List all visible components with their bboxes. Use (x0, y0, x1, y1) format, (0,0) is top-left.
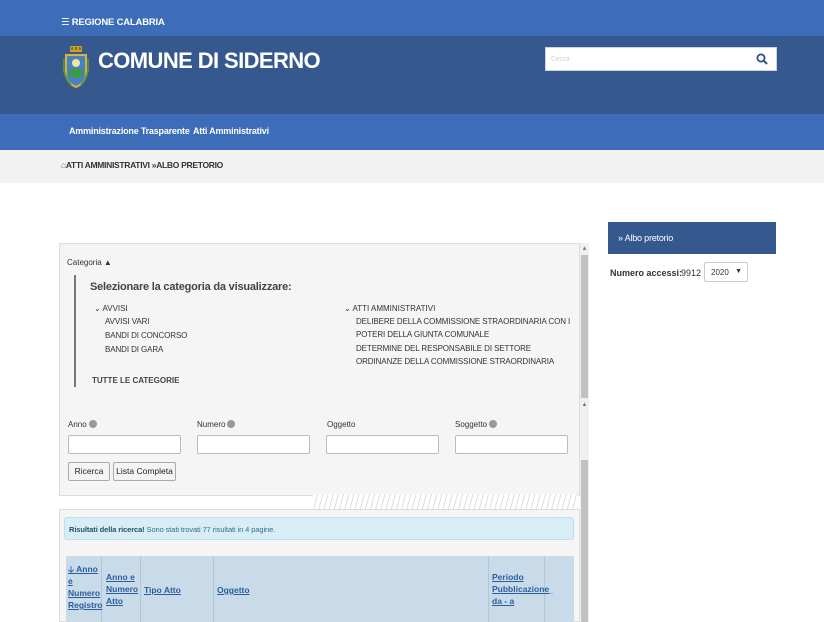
category-item[interactable]: AVVISI VARI (105, 317, 150, 326)
column-separator (488, 556, 489, 622)
access-count-label: Numero accessi: (610, 268, 683, 278)
category-item[interactable]: DETERMINE DEL RESPONSABILE DI SETTORE (356, 344, 531, 353)
category-toggle[interactable]: Categoria ▲ (67, 258, 112, 267)
column-header-tipo-atto[interactable]: Tipo Atto (144, 584, 181, 596)
column-header-periodo-pubblicazione[interactable]: Periodo Pubblicazione da - a (492, 571, 549, 607)
year-select[interactable]: 2020 ▼ (704, 262, 748, 282)
anno-label: Anno (68, 420, 97, 429)
nav-atti-amministrativi[interactable]: Atti Amministrativi (193, 126, 269, 136)
help-icon[interactable] (227, 420, 236, 428)
category-group-label: AVVISI (102, 304, 128, 313)
soggetto-input[interactable] (455, 435, 568, 454)
soggetto-label: Soggetto (455, 420, 498, 429)
scroll-up-icon[interactable]: ▲ (581, 245, 588, 253)
oggetto-input[interactable] (326, 435, 439, 454)
category-box-border (74, 275, 76, 387)
site-title[interactable]: COMUNE DI SIDERNO (98, 48, 321, 74)
caret-down-icon: ▼ (735, 268, 742, 275)
column-header-anno-numero-atto[interactable]: Anno e Numero Atto (106, 571, 138, 607)
column-header-extra: _ (548, 585, 553, 595)
search-button[interactable]: Ricerca (68, 462, 110, 481)
breadcrumb: ⌂ATTI AMMINISTRATIVI »ALBO PRETORIO (61, 160, 223, 170)
decorative-pattern (312, 494, 578, 509)
access-count-value: 9912 (681, 268, 702, 278)
category-item[interactable]: BANDI DI CONCORSO (105, 331, 187, 340)
chevron-down-icon: ⌄ (344, 304, 351, 313)
numero-input[interactable] (197, 435, 310, 454)
results-message: Risultati della ricerca! Sono stati trov… (69, 525, 276, 534)
category-item[interactable]: DELIBERE DELLA COMMISSIONE STRAORDINARIA… (356, 317, 570, 326)
search-box (545, 47, 777, 71)
column-header-oggetto[interactable]: Oggetto (217, 584, 250, 596)
chevron-up-icon: ▲ (103, 258, 112, 267)
help-icon[interactable] (88, 420, 97, 428)
search-input[interactable] (546, 48, 746, 70)
category-toggle-label: Categoria (67, 258, 102, 267)
category-item[interactable]: ORDINANZE DELLA COMMISSIONE STRAORDINARI… (356, 357, 554, 366)
breadcrumb-atti-amministrativi[interactable]: ATTI AMMINISTRATIVI (66, 160, 150, 170)
coat-of-arms-icon[interactable] (63, 45, 89, 89)
category-heading: Selezionare la categoria da visualizzare… (90, 281, 292, 293)
oggetto-label: Oggetto (327, 420, 356, 429)
region-link[interactable]: ☰ REGIONE CALABRIA (61, 17, 165, 28)
search-icon[interactable] (756, 53, 768, 65)
anno-input[interactable] (68, 435, 181, 454)
breadcrumb-current: ALBO PRETORIO (156, 160, 223, 170)
sort-down-icon: 🡣 (68, 564, 75, 574)
category-group-avvisi[interactable]: ⌄ AVVISI (94, 304, 128, 313)
year-select-value: 2020 (711, 268, 729, 277)
numero-label: Numero (197, 420, 236, 429)
chevron-down-icon: ⌄ (94, 304, 101, 313)
scrollbar-thumb[interactable] (581, 460, 588, 622)
help-icon[interactable] (489, 420, 498, 428)
column-separator (213, 556, 214, 622)
nav-amministrazione-trasparente[interactable]: Amministrazione Trasparente (69, 126, 190, 136)
column-header-anno-numero-registro[interactable]: 🡣 Anno e Numero Registro (68, 563, 102, 611)
category-item[interactable]: BANDI DI GARA (105, 345, 163, 354)
category-group-label: ATTI AMMINISTRATIVI (352, 304, 436, 313)
full-list-button[interactable]: Lista Completa (113, 462, 176, 481)
double-chevron-right-icon: » (618, 233, 623, 243)
scroll-up-icon[interactable]: ▲ (581, 401, 588, 409)
category-group-atti[interactable]: ⌄ ATTI AMMINISTRATIVI (344, 304, 435, 313)
all-categories-link[interactable]: TUTTE LE CATEGORIE (92, 376, 179, 385)
column-separator (140, 556, 141, 622)
sidebar-title[interactable]: » Albo pretorio (618, 233, 673, 243)
category-item[interactable]: POTERI DELLA GIUNTA COMUNALE (356, 330, 489, 339)
scrollbar-thumb[interactable] (581, 255, 588, 398)
